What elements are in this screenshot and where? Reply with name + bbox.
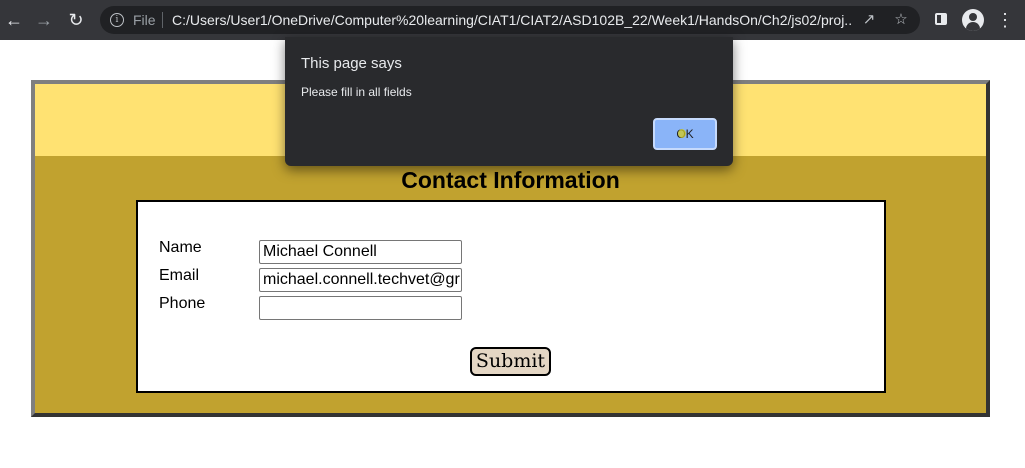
email-label: Email xyxy=(159,267,200,284)
address-bar[interactable]: i File C:/Users/User1/OneDrive/Computer%… xyxy=(100,6,920,34)
side-panel-icon[interactable] xyxy=(935,13,947,25)
url-text[interactable]: C:/Users/User1/OneDrive/Computer%20learn… xyxy=(172,6,852,34)
reload-icon[interactable]: ↻ xyxy=(64,8,88,32)
address-separator xyxy=(162,12,163,28)
forward-arrow-icon[interactable]: → xyxy=(32,8,56,32)
share-icon[interactable]: ↗ xyxy=(858,9,880,31)
dialog-title: This page says xyxy=(301,55,402,72)
star-icon[interactable]: ☆ xyxy=(890,9,912,31)
alert-dialog: This page says Please fill in all fields… xyxy=(285,37,733,166)
profile-icon[interactable] xyxy=(962,9,984,31)
name-label: Name xyxy=(159,239,202,256)
phone-input[interactable] xyxy=(259,296,462,320)
info-icon[interactable]: i xyxy=(110,13,124,27)
ok-button[interactable]: OK xyxy=(653,118,717,150)
phone-label: Phone xyxy=(159,295,206,312)
kebab-menu-icon[interactable]: ⋮ xyxy=(993,8,1017,32)
contact-form: Name Michael Connell Email michael.conne… xyxy=(136,200,886,393)
browser-toolbar: ← → ↻ i File C:/Users/User1/OneDrive/Com… xyxy=(0,0,1025,40)
dialog-message: Please fill in all fields xyxy=(301,85,412,99)
section-heading: Contact Information xyxy=(401,167,620,193)
cursor-highlight xyxy=(678,129,686,138)
scheme-label: File xyxy=(133,12,156,28)
name-input[interactable]: Michael Connell xyxy=(259,240,462,264)
email-input[interactable]: michael.connell.techvet@gr xyxy=(259,268,462,292)
back-arrow-icon[interactable]: ← xyxy=(2,8,26,32)
submit-button[interactable]: Submit xyxy=(470,347,551,376)
